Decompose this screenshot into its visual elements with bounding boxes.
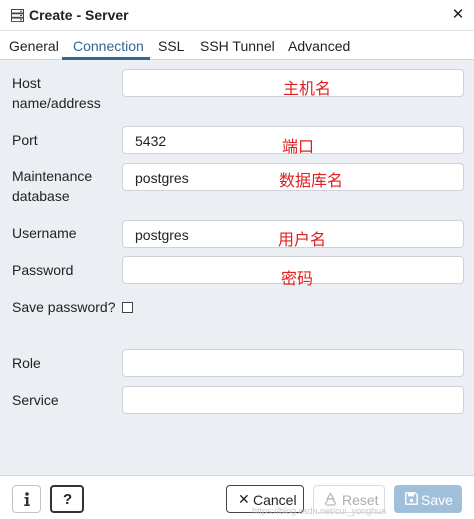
role-input[interactable] xyxy=(122,349,464,377)
password-label: Password xyxy=(12,262,74,278)
floppy-disk-icon xyxy=(405,492,418,505)
save-password-label: Save password? xyxy=(12,299,116,315)
tab-connection[interactable]: Connection xyxy=(73,38,144,54)
tab-bar: General Connection SSL SSH Tunnel Advanc… xyxy=(0,31,474,60)
tab-ssh-tunnel[interactable]: SSH Tunnel xyxy=(200,38,275,54)
close-icon: ✕ xyxy=(238,491,250,507)
maintenance-db-value: postgres xyxy=(135,170,189,186)
watermark-text: https://blog.csdn.net/cui_yonghua xyxy=(252,506,387,516)
maintenance-db-label: Maintenance database xyxy=(12,168,93,204)
save-button[interactable]: Save xyxy=(394,485,462,513)
username-value: postgres xyxy=(135,227,189,243)
close-icon[interactable]: ✕ xyxy=(451,6,465,24)
maintenance-db-annotation: 数据库名 xyxy=(279,171,344,190)
tab-advanced[interactable]: Advanced xyxy=(288,38,350,54)
port-value: 5432 xyxy=(135,133,167,149)
server-icon xyxy=(11,9,24,22)
password-annotation: 密码 xyxy=(281,269,314,288)
host-label: Host name/address xyxy=(12,75,101,111)
connection-form: Host name/address 主机名 Port 5432 端口 Maint… xyxy=(0,60,474,475)
info-button[interactable] xyxy=(12,485,41,513)
help-label: ? xyxy=(63,491,73,508)
recycle-icon xyxy=(324,492,337,506)
dialog-footer: ? ✕ Cancel Reset Save xyxy=(0,475,474,519)
port-label: Port xyxy=(12,132,38,148)
service-label: Service xyxy=(12,392,59,408)
dialog-title: Create - Server xyxy=(29,7,129,23)
role-label: Role xyxy=(12,355,41,371)
save-password-checkbox[interactable] xyxy=(122,302,133,313)
username-annotation: 用户名 xyxy=(278,230,327,249)
tab-ssl[interactable]: SSL xyxy=(158,38,184,54)
port-annotation: 端口 xyxy=(282,137,315,156)
dialog-titlebar: Create - Server ✕ xyxy=(0,0,474,31)
tab-general[interactable]: General xyxy=(9,38,59,54)
username-label: Username xyxy=(12,225,77,241)
help-button[interactable]: ? xyxy=(50,485,84,513)
save-label: Save xyxy=(421,492,453,508)
info-icon xyxy=(24,492,30,506)
service-input[interactable] xyxy=(122,386,464,414)
host-annotation: 主机名 xyxy=(283,79,332,98)
